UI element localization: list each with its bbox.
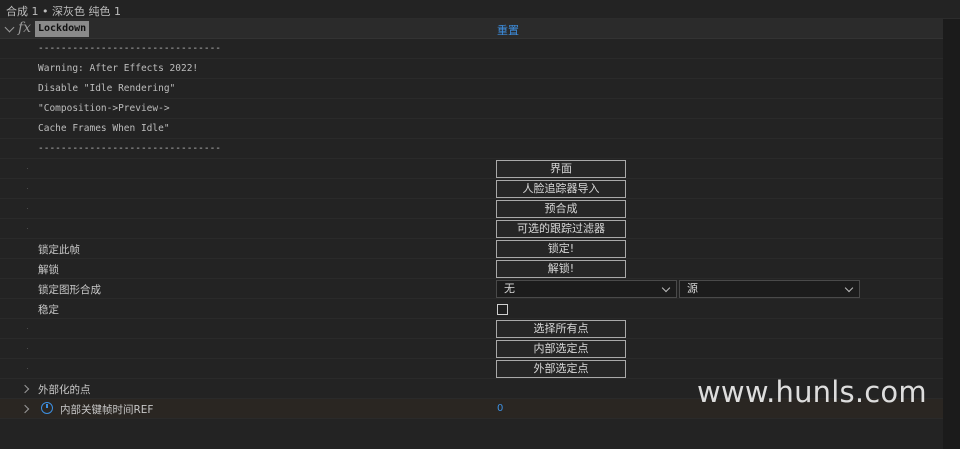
- select-all-points-button[interactable]: 选择所有点: [496, 320, 626, 338]
- chevron-down-icon[interactable]: [4, 22, 15, 33]
- note-text: Cache Frames When Idle": [38, 123, 170, 134]
- row-marker: [27, 348, 28, 349]
- stabilize-label: 稳定: [38, 304, 59, 316]
- property-row: 锁定图形合成 无 源: [0, 279, 943, 299]
- effect-name[interactable]: Lockdown: [35, 21, 90, 37]
- unlock-button[interactable]: 解锁!: [496, 260, 626, 278]
- lock-frame-label: 锁定此帧: [38, 244, 80, 256]
- property-row: 可选的跟踪过滤器: [0, 219, 943, 239]
- chevron-down-icon: [661, 283, 671, 293]
- row-marker: [27, 188, 28, 189]
- lock-shape-comp-label: 锁定图形合成: [38, 284, 101, 296]
- note-row: Cache Frames When Idle": [0, 119, 943, 139]
- property-row: 人脸追踪器导入: [0, 179, 943, 199]
- row-marker: [27, 228, 28, 229]
- effect-header-row[interactable]: fx Lockdown 重置: [0, 19, 943, 39]
- row-marker: [27, 328, 28, 329]
- property-row: 内部选定点: [0, 339, 943, 359]
- row-marker: [27, 208, 28, 209]
- chevron-right-icon[interactable]: [20, 404, 30, 414]
- internal-select-points-button[interactable]: 内部选定点: [496, 340, 626, 358]
- stabilize-checkbox[interactable]: [497, 304, 508, 315]
- keyframe-ref-value[interactable]: 0: [497, 403, 503, 414]
- lock-button[interactable]: 锁定!: [496, 240, 626, 258]
- chevron-down-icon: [844, 283, 854, 293]
- row-marker: [27, 168, 28, 169]
- note-text: Disable "Idle Rendering": [38, 83, 176, 94]
- layer-select[interactable]: 无: [496, 280, 677, 298]
- note-row: "Composition->Preview->: [0, 99, 943, 119]
- property-row: 预合成: [0, 199, 943, 219]
- internal-keyframe-ref-label: 内部关键帧时间REF: [60, 404, 154, 416]
- face-tracker-import-button[interactable]: 人脸追踪器导入: [496, 180, 626, 198]
- property-row: 选择所有点: [0, 319, 943, 339]
- property-row: 解锁 解锁!: [0, 259, 943, 279]
- externalized-points-label: 外部化的点: [38, 384, 91, 396]
- source-select[interactable]: 源: [679, 280, 860, 298]
- note-row: Warning: After Effects 2022!: [0, 59, 943, 79]
- note-row: --------------------------------: [0, 139, 943, 159]
- source-select-value: 源: [687, 282, 698, 295]
- precompose-button[interactable]: 预合成: [496, 200, 626, 218]
- breadcrumb: 合成 1 • 深灰色 纯色 1: [6, 5, 121, 18]
- external-select-points-button[interactable]: 外部选定点: [496, 360, 626, 378]
- note-row: --------------------------------: [0, 39, 943, 59]
- chevron-right-icon[interactable]: [20, 384, 30, 394]
- note-text: "Composition->Preview->: [38, 103, 170, 114]
- scrollbar-track[interactable]: [943, 19, 960, 449]
- note-text: --------------------------------: [38, 43, 222, 54]
- row-marker: [27, 368, 28, 369]
- property-row: 界面: [0, 159, 943, 179]
- layer-select-value: 无: [504, 282, 515, 295]
- note-text: --------------------------------: [38, 143, 222, 154]
- property-row: 锁定此帧 锁定!: [0, 239, 943, 259]
- stopwatch-icon[interactable]: [41, 402, 53, 414]
- property-row: 稳定: [0, 299, 943, 319]
- reset-link[interactable]: 重置: [497, 22, 519, 38]
- unlock-label: 解锁: [38, 264, 59, 276]
- fx-toggle-icon[interactable]: fx: [18, 20, 31, 36]
- panel-breadcrumb-bar: 合成 1 • 深灰色 纯色 1: [0, 0, 960, 19]
- optional-tracking-filter-button[interactable]: 可选的跟踪过滤器: [496, 220, 626, 238]
- interface-button[interactable]: 界面: [496, 160, 626, 178]
- note-text: Warning: After Effects 2022!: [38, 63, 199, 74]
- watermark-text: www.hunls.com: [697, 375, 927, 409]
- note-row: Disable "Idle Rendering": [0, 79, 943, 99]
